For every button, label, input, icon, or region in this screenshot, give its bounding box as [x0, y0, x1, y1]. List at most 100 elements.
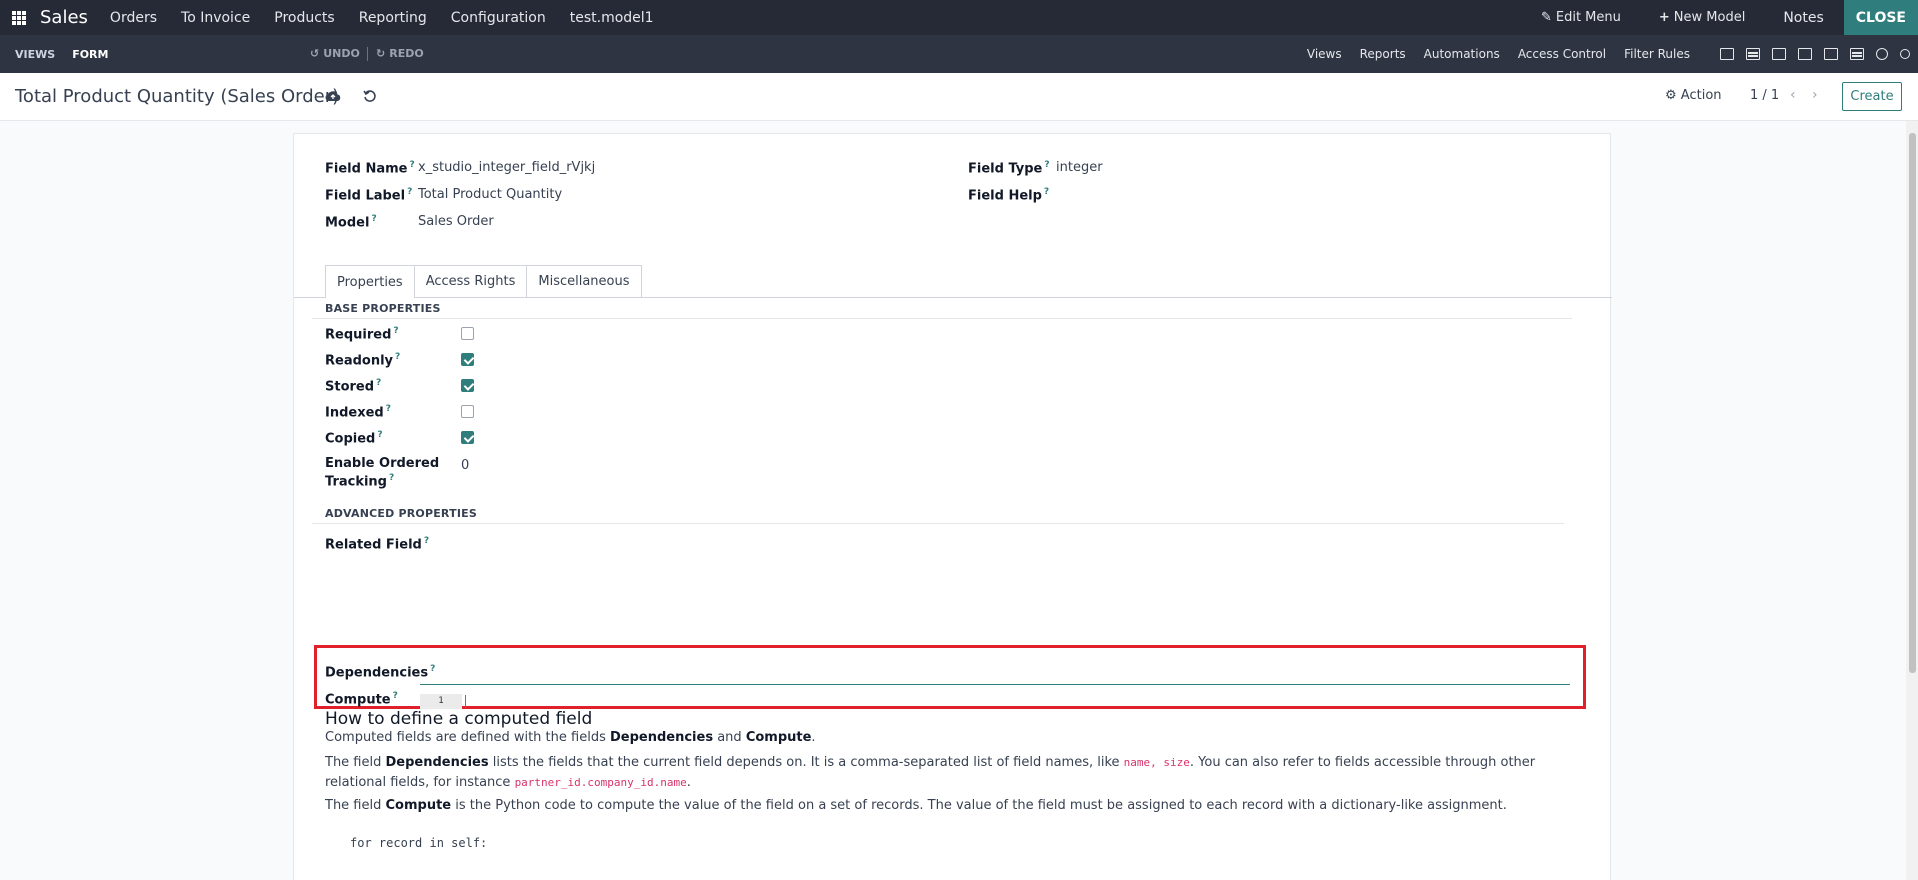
edit-menu-button[interactable]: ✎ Edit Menu [1541, 10, 1621, 25]
stored-help-marker[interactable]: ? [376, 378, 381, 388]
compute-label: Compute? [325, 691, 398, 708]
field-label-label: Field Label? [325, 187, 413, 204]
copied-checkbox[interactable] [461, 431, 474, 444]
page-title: Total Product Quantity (Sales Order) [15, 86, 340, 107]
related-field-label: Related Field? [325, 536, 430, 553]
calendar-view-icon[interactable] [1798, 48, 1812, 60]
help-paragraph-2: The field Dependencies lists the fields … [325, 755, 1536, 790]
form-sheet: Field Name? x_studio_integer_field_rVjkj… [293, 133, 1612, 880]
tab-miscellaneous[interactable]: Miscellaneous [526, 265, 642, 297]
model-label: Model? [325, 214, 377, 231]
studio-link-views[interactable]: Views [1307, 47, 1342, 61]
activity-view-icon[interactable] [1876, 48, 1888, 60]
undo-button[interactable]: ↺ UNDO [310, 47, 360, 60]
copied-label: Copied? [325, 430, 383, 447]
studio-link-filter-rules[interactable]: Filter Rules [1624, 47, 1690, 61]
indexed-checkbox[interactable] [461, 405, 474, 418]
studio-link-reports[interactable]: Reports [1360, 47, 1406, 61]
stored-label: Stored? [325, 378, 382, 395]
undo-redo-divider [367, 47, 368, 61]
form-view-icon[interactable] [1720, 48, 1734, 60]
dependencies-input[interactable] [420, 671, 1570, 685]
new-model-button[interactable]: + New Model [1659, 10, 1745, 25]
menu-products[interactable]: Products [274, 10, 334, 26]
list-view-icon[interactable] [1746, 48, 1760, 60]
help-code-example: for record in self: [350, 836, 488, 850]
field-type-help-marker[interactable]: ? [1044, 160, 1049, 170]
pager-previous-icon[interactable]: ‹ [1790, 87, 1796, 103]
help-paragraph-1: Computed fields are defined with the fie… [325, 730, 816, 745]
readonly-label: Readonly? [325, 352, 401, 369]
advanced-properties-divider [312, 523, 1564, 524]
search-view-icon[interactable] [1900, 49, 1910, 59]
copied-help-marker[interactable]: ? [377, 430, 382, 440]
scrollbar-thumb[interactable] [1909, 133, 1916, 673]
studio-link-access-control[interactable]: Access Control [1518, 47, 1606, 61]
menu-to-invoice[interactable]: To Invoice [181, 10, 250, 26]
pager-value[interactable]: 1 / 1 [1750, 88, 1779, 103]
indexed-help-marker[interactable]: ? [386, 404, 391, 414]
readonly-help-marker[interactable]: ? [395, 352, 400, 362]
tracking-label-line2: Tracking? [325, 473, 395, 490]
view-type-icons [1720, 48, 1910, 60]
required-help-marker[interactable]: ? [393, 326, 398, 336]
required-label: Required? [325, 326, 399, 343]
required-checkbox[interactable] [461, 327, 474, 340]
studio-link-automations[interactable]: Automations [1424, 47, 1500, 61]
code-line-number: 1 [420, 694, 462, 709]
tab-access-rights[interactable]: Access Rights [413, 265, 528, 297]
help-paragraph-3: The field Compute is the Python code to … [325, 798, 1507, 813]
pivot-view-icon[interactable] [1850, 48, 1864, 60]
tracking-value[interactable]: 0 [461, 458, 469, 473]
field-type-value: integer [1056, 160, 1103, 175]
related-field-help-marker[interactable]: ? [424, 536, 429, 546]
graph-view-icon[interactable] [1824, 48, 1838, 60]
stored-checkbox[interactable] [461, 379, 474, 392]
menu-test-model[interactable]: test.model1 [570, 10, 654, 26]
field-name-label: Field Name? [325, 160, 415, 177]
tracking-help-marker[interactable]: ? [389, 473, 394, 483]
readonly-checkbox[interactable] [461, 353, 474, 366]
model-help-marker[interactable]: ? [371, 214, 376, 224]
views-breadcrumb[interactable]: VIEWS [15, 48, 55, 61]
menu-orders[interactable]: Orders [110, 10, 157, 26]
create-button[interactable]: Create [1842, 82, 1902, 111]
help-title: How to define a computed field [325, 709, 593, 729]
advanced-properties-title: ADVANCED PROPERTIES [325, 507, 477, 520]
gear-icon: ⚙ [1665, 88, 1677, 103]
form-breadcrumb[interactable]: FORM [72, 48, 108, 61]
close-studio-button[interactable]: CLOSE [1843, 0, 1918, 35]
tabs-divider [294, 297, 1612, 298]
apps-grid-icon[interactable] [12, 10, 26, 25]
field-type-label: Field Type? [968, 160, 1050, 177]
compute-help-marker[interactable]: ? [393, 691, 398, 701]
menu-configuration[interactable]: Configuration [451, 10, 546, 26]
model-value: Sales Order [418, 214, 494, 229]
action-button[interactable]: ⚙ Action [1665, 88, 1722, 103]
notes-button[interactable]: Notes [1783, 10, 1823, 26]
page-scrollbar[interactable] [1906, 121, 1918, 880]
redo-button[interactable]: ↻ REDO [376, 47, 424, 60]
compute-code-editor[interactable] [465, 695, 466, 708]
tracking-label-line1: Enable Ordered [325, 456, 440, 471]
pencil-icon: ✎ [1540, 10, 1552, 25]
field-name-help-marker[interactable]: ? [409, 160, 414, 170]
notebook-tabs: Properties Access Rights Miscellaneous [325, 265, 642, 298]
discard-icon[interactable] [363, 89, 377, 103]
menu-reporting[interactable]: Reporting [359, 10, 427, 26]
redo-icon: ↻ [376, 47, 386, 60]
pager-next-icon[interactable]: › [1812, 87, 1818, 103]
edit-menu-label: Edit Menu [1555, 10, 1621, 25]
undo-icon: ↺ [310, 47, 320, 60]
field-label-help-marker[interactable]: ? [407, 187, 412, 197]
base-properties-title: BASE PROPERTIES [325, 302, 441, 315]
save-cloud-icon[interactable] [325, 90, 341, 102]
tab-properties[interactable]: Properties [325, 265, 415, 298]
indexed-label: Indexed? [325, 404, 391, 421]
kanban-view-icon[interactable] [1772, 48, 1786, 60]
app-name[interactable]: Sales [40, 7, 88, 28]
top-navbar: Sales Orders To Invoice Products Reporti… [0, 0, 1918, 35]
field-label-value[interactable]: Total Product Quantity [418, 187, 562, 202]
field-help-help-marker[interactable]: ? [1044, 187, 1049, 197]
new-model-label: New Model [1673, 10, 1746, 25]
